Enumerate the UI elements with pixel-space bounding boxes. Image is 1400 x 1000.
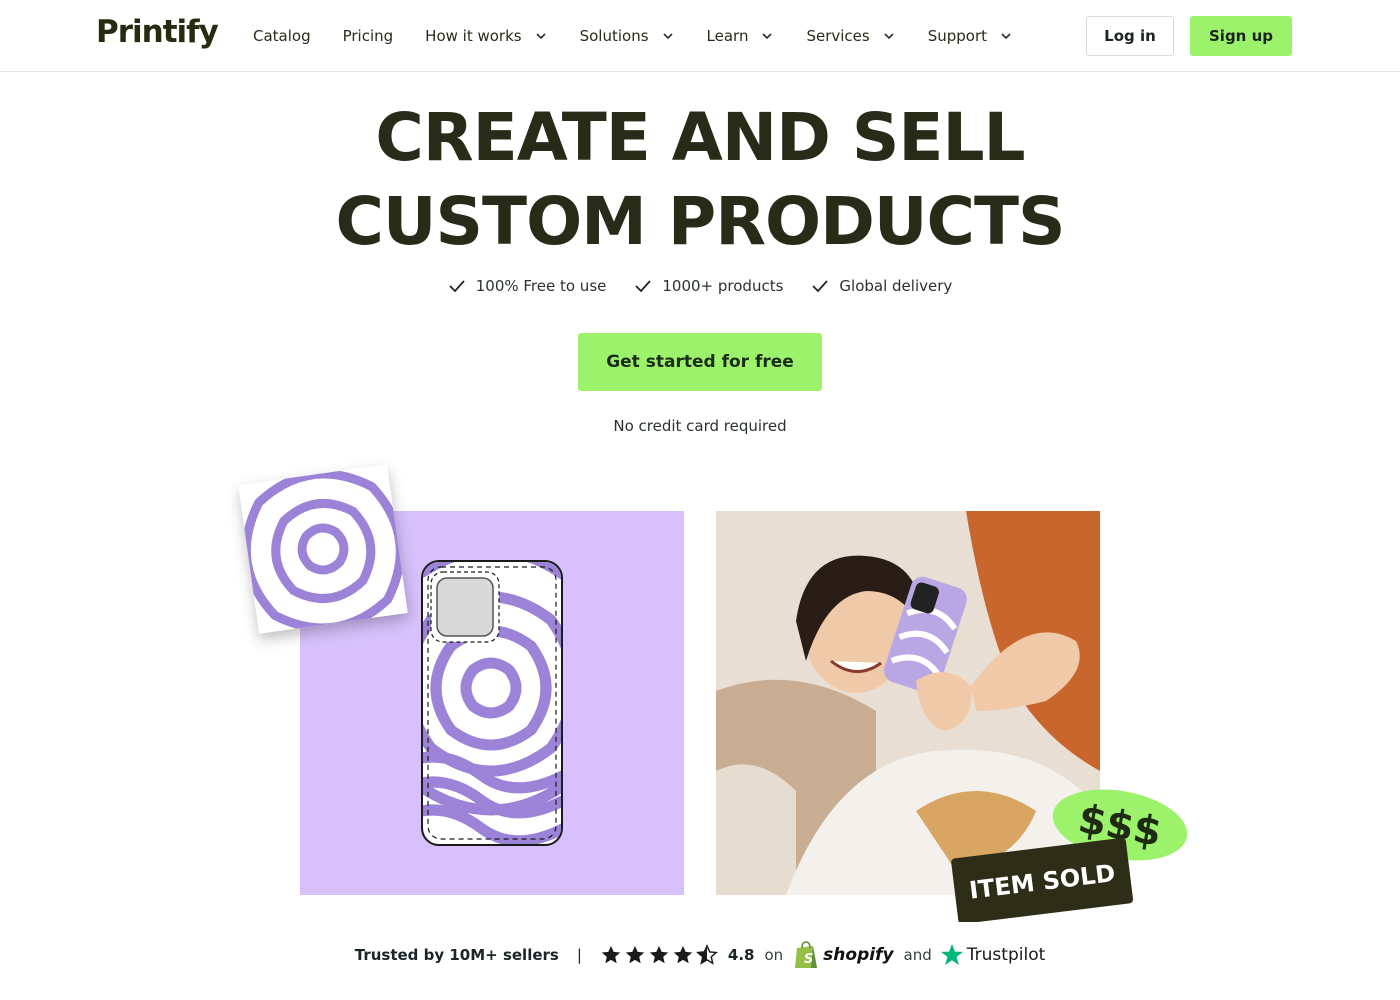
checkmark-icon xyxy=(449,280,465,293)
nav-item-solutions[interactable]: Solutions xyxy=(580,27,675,45)
star-icon xyxy=(601,945,621,964)
nav-item-label: Pricing xyxy=(342,27,394,45)
trust-bar: Trusted by 10M+ sellers | 4.8 on S shopi… xyxy=(0,938,1400,972)
hero-title-line-1: CREATE AND SELL xyxy=(375,99,1025,176)
chevron-down-icon xyxy=(1001,33,1011,40)
hero-title-line-2: CUSTOM PRODUCTS xyxy=(335,183,1065,260)
rating-value: 4.8 xyxy=(727,946,755,964)
shopify-bag-icon: S xyxy=(795,941,818,968)
nav-item-label: Learn xyxy=(706,27,749,45)
nav-item-learn[interactable]: Learn xyxy=(707,27,775,45)
nav-item-label: Solutions xyxy=(579,27,649,45)
nav-item-catalog[interactable]: Catalog xyxy=(253,27,311,45)
trust-separator: | xyxy=(576,946,582,964)
hero-title: CREATE AND SELL CUSTOM PRODUCTS xyxy=(0,96,1400,264)
login-button[interactable]: Log in xyxy=(1086,16,1174,56)
nav-item-label: Support xyxy=(927,27,988,45)
checkmark-icon xyxy=(635,280,652,293)
chevron-down-icon xyxy=(536,33,546,40)
shopify-logo[interactable]: S shopify xyxy=(793,940,894,970)
checkmark-icon xyxy=(812,280,829,293)
chevron-down-icon xyxy=(762,33,773,40)
and-text: and xyxy=(903,946,932,964)
nav-item-support[interactable]: Support xyxy=(928,27,1013,45)
nav-item-label: Services xyxy=(806,27,870,45)
chevron-down-icon xyxy=(662,33,673,40)
trustpilot-text: Trustpilot xyxy=(966,945,1046,965)
item-sold-badge: ITEM SOLD xyxy=(946,837,1136,924)
chevron-down-icon xyxy=(884,33,894,40)
feature-item: 100% Free to use xyxy=(448,277,607,295)
feature-item: Global delivery xyxy=(811,277,952,295)
feature-label: 1000+ products xyxy=(662,277,784,295)
nav-item-label: Catalog xyxy=(253,27,311,45)
star-half-icon xyxy=(695,944,718,965)
get-started-button[interactable]: Get started for free xyxy=(578,333,822,391)
feature-label: 100% Free to use xyxy=(475,277,607,295)
nav-item-label: How it works xyxy=(425,27,522,45)
trustpilot-star-icon xyxy=(940,944,963,965)
nav-item-pricing[interactable]: Pricing xyxy=(343,27,394,45)
star-icon xyxy=(649,945,669,964)
main-nav: Catalog Pricing How it works Solutions L… xyxy=(253,0,1045,72)
site-header: Printify Catalog Pricing How it works So… xyxy=(0,0,1400,72)
svg-text:S: S xyxy=(804,952,813,967)
rating-stars xyxy=(600,944,718,966)
swirl-pattern-image xyxy=(238,464,408,634)
nav-item-services[interactable]: Services xyxy=(806,27,895,45)
feature-label: Global delivery xyxy=(839,277,953,295)
phone-case-template xyxy=(421,560,563,846)
star-icon xyxy=(625,945,645,964)
rating-on-text: on xyxy=(764,946,784,964)
nav-item-how-it-works[interactable]: How it works xyxy=(425,27,547,45)
swirl-design-sticker xyxy=(238,464,408,634)
star-icon xyxy=(673,945,693,964)
signup-button[interactable]: Sign up xyxy=(1190,16,1292,56)
feature-list: 100% Free to use 1000+ products Global d… xyxy=(0,277,1400,295)
sellers-count-text: Trusted by 10M+ sellers xyxy=(354,946,559,964)
feature-item: 1000+ products xyxy=(634,277,783,295)
printify-logo[interactable]: Printify xyxy=(96,14,219,50)
no-credit-card-note: No credit card required xyxy=(613,417,787,435)
shopify-text: shopify xyxy=(823,945,894,965)
phone-case-image xyxy=(421,560,563,846)
item-sold-badge-shape: ITEM SOLD xyxy=(951,837,1134,924)
trustpilot-logo[interactable]: Trustpilot xyxy=(940,943,1045,967)
